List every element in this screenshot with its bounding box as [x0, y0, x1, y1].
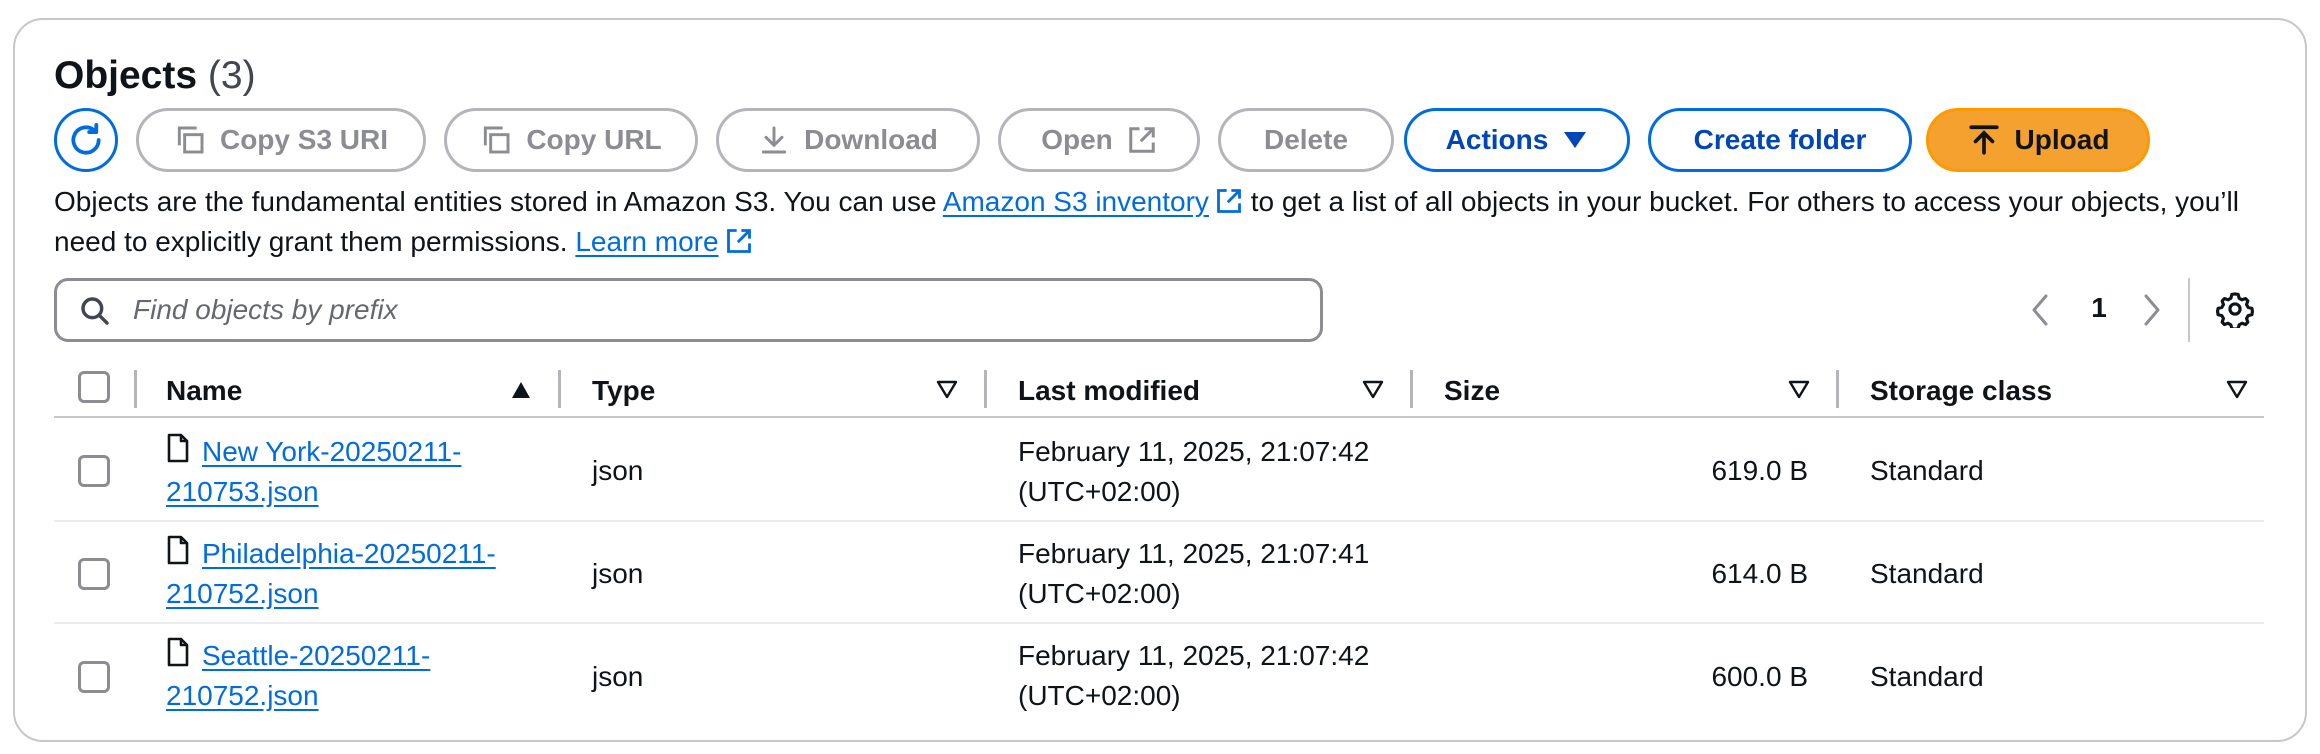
upload-icon — [1968, 125, 1999, 155]
type-cell: json — [592, 455, 644, 486]
column-divider — [1410, 370, 1413, 408]
download-icon — [761, 126, 787, 154]
upload-label: Upload — [2014, 124, 2110, 155]
select-all-checkbox[interactable] — [78, 371, 110, 403]
sort-icon[interactable] — [1788, 380, 1810, 400]
object-name-cell: New York-20250211- 210753.json — [166, 432, 556, 512]
row-checkbox[interactable] — [78, 558, 110, 590]
object-name-link[interactable]: 210753.json — [166, 476, 319, 507]
last-modified-cell: February 11, 2025, 21:07:42 (UTC+02:00) — [1018, 636, 1369, 716]
storage-class-cell: Standard — [1870, 661, 1984, 692]
actions-dropdown[interactable]: Actions — [1404, 108, 1630, 172]
description-text-1: Objects are the fundamental entities sto… — [54, 186, 943, 217]
search-icon — [81, 297, 109, 325]
object-name-link[interactable]: Seattle-20250211- — [202, 640, 430, 671]
pager-divider — [2188, 278, 2190, 342]
object-name-cell: Seattle-20250211- 210752.json — [166, 636, 556, 716]
object-name-link[interactable]: Philadelphia-20250211- — [202, 538, 496, 569]
row-checkbox[interactable] — [78, 661, 110, 693]
object-name-link[interactable]: 210752.json — [166, 578, 319, 609]
column-header-name[interactable]: Name — [166, 366, 242, 416]
storage-class-cell: Standard — [1870, 558, 1984, 589]
column-divider — [558, 370, 561, 408]
page-number[interactable]: 1 — [2086, 292, 2112, 324]
external-link-icon — [726, 229, 751, 253]
refresh-icon — [71, 123, 101, 155]
copy-url-button[interactable]: Copy URL — [444, 108, 698, 172]
last-modified-cell: February 11, 2025, 21:07:42 (UTC+02:00) — [1018, 432, 1369, 512]
table-row: New York-20250211- 210753.json json Febru… — [54, 420, 2264, 522]
column-divider — [134, 370, 137, 408]
column-header-type[interactable]: Type — [592, 366, 655, 416]
delete-button[interactable]: Delete — [1218, 108, 1394, 172]
row-checkbox[interactable] — [78, 455, 110, 487]
open-button[interactable]: Open — [998, 108, 1200, 172]
chevron-right-icon[interactable] — [2136, 292, 2166, 328]
page-title: Objects (3) — [54, 54, 256, 98]
refresh-button[interactable] — [54, 108, 118, 172]
sort-ascending-icon[interactable] — [510, 380, 532, 400]
last-modified-date: February 11, 2025, 21:07:42 — [1018, 640, 1370, 671]
object-name-link[interactable]: New York-20250211- — [202, 436, 461, 467]
column-header-size[interactable]: Size — [1444, 366, 1500, 416]
file-icon — [167, 637, 189, 667]
last-modified-date: February 11, 2025, 21:07:41 — [1018, 538, 1370, 569]
copy-icon — [177, 126, 204, 154]
upload-button[interactable]: Upload — [1926, 108, 2150, 172]
object-name-link[interactable]: 210752.json — [166, 680, 319, 711]
size-cell: 600.0 B — [1711, 661, 1808, 692]
last-modified-tz: (UTC+02:00) — [1018, 578, 1181, 609]
type-cell: json — [592, 558, 644, 589]
create-folder-label: Create folder — [1693, 124, 1867, 155]
create-folder-button[interactable]: Create folder — [1648, 108, 1912, 172]
download-button[interactable]: Download — [716, 108, 980, 172]
column-header-last-modified[interactable]: Last modified — [1018, 366, 1200, 416]
copy-s3-uri-button[interactable]: Copy S3 URI — [136, 108, 426, 172]
external-link-icon — [1129, 127, 1155, 153]
title-text: Objects — [54, 54, 198, 97]
learn-more-link[interactable]: Learn more — [575, 226, 718, 257]
copy-icon — [484, 126, 510, 154]
description: Objects are the fundamental entities sto… — [54, 182, 2254, 262]
actions-label: Actions — [1445, 124, 1549, 155]
s3-inventory-link[interactable]: Amazon S3 inventory — [943, 186, 1209, 217]
sort-icon[interactable] — [2226, 380, 2248, 400]
sort-icon[interactable] — [936, 380, 958, 400]
table-header: Name Type Last modified Size Storage cla… — [54, 366, 2264, 418]
column-divider — [984, 370, 987, 408]
file-icon — [167, 535, 189, 565]
last-modified-tz: (UTC+02:00) — [1018, 680, 1181, 711]
storage-class-cell: Standard — [1870, 455, 1984, 486]
delete-label: Delete — [1263, 124, 1349, 155]
copy-s3-uri-label: Copy S3 URI — [219, 124, 389, 155]
sort-icon[interactable] — [1362, 380, 1384, 400]
caret-down-icon — [1564, 132, 1587, 148]
size-cell: 619.0 B — [1711, 455, 1808, 486]
last-modified-cell: February 11, 2025, 21:07:41 (UTC+02:00) — [1018, 534, 1369, 614]
gear-icon[interactable] — [2216, 290, 2254, 328]
search-input[interactable] — [133, 289, 1283, 331]
size-cell: 614.0 B — [1711, 558, 1808, 589]
download-label: Download — [804, 124, 938, 155]
open-label: Open — [1041, 124, 1113, 155]
last-modified-date: February 11, 2025, 21:07:42 — [1018, 436, 1370, 467]
external-link-icon — [1217, 189, 1241, 213]
column-header-storage-class[interactable]: Storage class — [1870, 366, 2052, 416]
object-count: (3) — [207, 54, 256, 97]
search-box — [54, 278, 1323, 342]
table-row: Seattle-20250211- 210752.json json Februa… — [54, 624, 2264, 726]
file-icon — [167, 433, 189, 463]
type-cell: json — [592, 661, 644, 692]
object-name-cell: Philadelphia-20250211- 210752.json — [166, 534, 556, 614]
copy-url-label: Copy URL — [526, 124, 662, 155]
chevron-left-icon[interactable] — [2026, 292, 2056, 328]
table-row: Philadelphia-20250211- 210752.json json F… — [54, 522, 2264, 624]
last-modified-tz: (UTC+02:00) — [1018, 476, 1181, 507]
column-divider — [1836, 370, 1839, 408]
